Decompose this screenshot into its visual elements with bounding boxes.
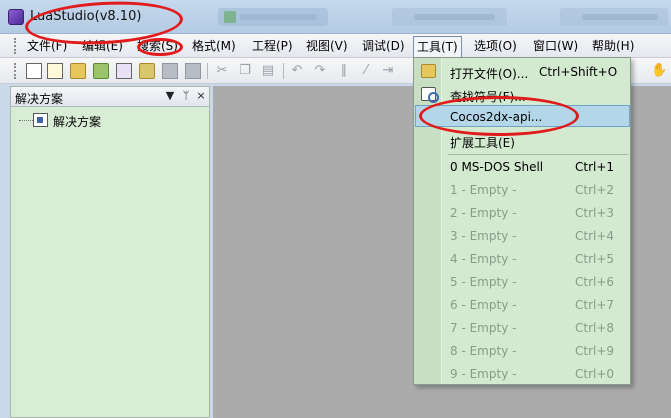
menu-item-shortcut: Ctrl+9 bbox=[575, 344, 615, 358]
menu-tools[interactable]: 工具(T) bbox=[413, 36, 462, 58]
menu-item-shortcut: Ctrl+0 bbox=[575, 367, 615, 381]
save-icon[interactable] bbox=[162, 63, 178, 79]
new-file-icon[interactable] bbox=[26, 63, 42, 79]
hand-icon[interactable]: ✋ bbox=[651, 63, 667, 79]
open-folder-icon[interactable] bbox=[70, 63, 86, 79]
paste-icon[interactable]: ▤ bbox=[260, 63, 276, 79]
new-project-icon[interactable] bbox=[47, 63, 63, 79]
toolbar-separator bbox=[283, 63, 284, 79]
toolbar-grip[interactable] bbox=[14, 63, 17, 79]
menu-item-shortcut: Ctrl+1 bbox=[575, 160, 615, 174]
menu-format[interactable]: 格式(M) bbox=[192, 37, 236, 55]
redo-icon[interactable]: ↷ bbox=[312, 63, 328, 79]
menu-options[interactable]: 选项(O) bbox=[474, 37, 517, 55]
menu-debug[interactable]: 调试(D) bbox=[362, 37, 405, 55]
menu-view[interactable]: 视图(V) bbox=[306, 37, 348, 55]
menu-item-tool-5[interactable]: 5 - Empty - Ctrl+6 bbox=[415, 270, 630, 293]
menu-item-tool-7[interactable]: 7 - Empty - Ctrl+8 bbox=[415, 316, 630, 339]
menu-item-cocos2dx-api[interactable]: Cocos2dx-api... bbox=[415, 105, 630, 127]
menu-item-label: 5 - Empty - bbox=[450, 275, 517, 289]
cut-icon[interactable]: ✂ bbox=[214, 63, 230, 79]
toolbar-separator bbox=[207, 63, 208, 79]
background-window-tab[interactable] bbox=[392, 8, 507, 26]
menu-project[interactable]: 工程(P) bbox=[252, 37, 293, 55]
menu-item-tool-8[interactable]: 8 - Empty - Ctrl+9 bbox=[415, 339, 630, 362]
tree-item-label: 解决方案 bbox=[53, 115, 102, 129]
tree-icon[interactable] bbox=[139, 63, 155, 79]
menu-item-label: 6 - Empty - bbox=[450, 298, 517, 312]
menu-item-find-symbol[interactable]: 查找符号(F)... bbox=[415, 83, 630, 106]
menu-file[interactable]: 文件(F) bbox=[27, 37, 67, 55]
menu-item-label: 查找符号(F)... bbox=[450, 90, 526, 104]
menu-item-tool-9[interactable]: 9 - Empty - Ctrl+0 bbox=[415, 362, 630, 385]
app-title: LuaStudio(v8.10) bbox=[30, 9, 142, 24]
save-all-icon[interactable] bbox=[185, 63, 201, 79]
menu-item-label: 7 - Empty - bbox=[450, 321, 517, 335]
panel-header: 解决方案 ▼ ᛘ × bbox=[11, 87, 209, 107]
copy-icon[interactable]: ❐ bbox=[237, 63, 253, 79]
indent-icon[interactable]: ⇥ bbox=[380, 63, 396, 79]
menu-item-shortcut: Ctrl+3 bbox=[575, 206, 615, 220]
title-bar: LuaStudio(v8.10) bbox=[0, 0, 671, 34]
menu-item-tool-1[interactable]: 1 - Empty - Ctrl+2 bbox=[415, 178, 630, 201]
menu-item-extension-tools[interactable]: 扩展工具(E) bbox=[415, 129, 630, 152]
menu-item-tool-2[interactable]: 2 - Empty - Ctrl+3 bbox=[415, 201, 630, 224]
menu-item-tool-0[interactable]: 0 MS-DOS Shell Ctrl+1 bbox=[415, 155, 630, 178]
menu-item-shortcut: Ctrl+Shift+O bbox=[539, 65, 618, 79]
uncomment-icon[interactable]: ⁄ bbox=[358, 63, 374, 79]
menu-window[interactable]: 窗口(W) bbox=[533, 37, 578, 55]
menu-item-label: 9 - Empty - bbox=[450, 367, 517, 381]
menu-item-tool-4[interactable]: 4 - Empty - Ctrl+5 bbox=[415, 247, 630, 270]
undo-icon[interactable]: ↶ bbox=[289, 63, 305, 79]
menu-item-label: 8 - Empty - bbox=[450, 344, 517, 358]
menu-item-shortcut: Ctrl+5 bbox=[575, 252, 615, 266]
menubar-grip[interactable] bbox=[14, 38, 17, 54]
menu-item-shortcut: Ctrl+7 bbox=[575, 298, 615, 312]
menu-item-label: 扩展工具(E) bbox=[450, 136, 515, 150]
menu-item-tool-6[interactable]: 6 - Empty - Ctrl+7 bbox=[415, 293, 630, 316]
menu-edit[interactable]: 编辑(E) bbox=[82, 37, 123, 55]
menu-item-shortcut: Ctrl+8 bbox=[575, 321, 615, 335]
menu-item-label: 4 - Empty - bbox=[450, 252, 517, 266]
solution-panel: 解决方案 ▼ ᛘ × 解决方案 bbox=[10, 86, 210, 418]
menu-item-label: Cocos2dx-api... bbox=[450, 110, 543, 124]
menu-item-shortcut: Ctrl+4 bbox=[575, 229, 615, 243]
solution-icon bbox=[33, 113, 48, 127]
pin-icon[interactable]: ᛘ bbox=[179, 89, 193, 103]
menu-bar: 文件(F) 编辑(E) 搜索(S) 格式(M) 工程(P) 视图(V) 调试(D… bbox=[0, 34, 671, 58]
menu-item-label: 1 - Empty - bbox=[450, 183, 517, 197]
menu-item-label: 3 - Empty - bbox=[450, 229, 517, 243]
menu-item-label: 打开文件(O)... bbox=[450, 67, 529, 81]
chevron-down-icon[interactable]: ▼ bbox=[163, 89, 177, 103]
panel-title: 解决方案 bbox=[15, 92, 64, 106]
menu-search[interactable]: 搜索(S) bbox=[137, 37, 178, 55]
background-window-tab[interactable] bbox=[218, 8, 328, 26]
menu-item-open-file[interactable]: 打开文件(O)... Ctrl+Shift+O bbox=[415, 60, 630, 83]
menu-item-label: 0 MS-DOS Shell bbox=[450, 160, 544, 174]
tools-dropdown-menu: 打开文件(O)... Ctrl+Shift+O 查找符号(F)... Cocos… bbox=[413, 57, 631, 385]
open-file-icon bbox=[421, 64, 436, 78]
close-icon[interactable]: × bbox=[194, 89, 208, 103]
background-window-tab[interactable] bbox=[560, 8, 668, 26]
luastudio-app-icon bbox=[8, 9, 24, 25]
open-project-icon[interactable] bbox=[93, 63, 109, 79]
tree-connector bbox=[19, 120, 33, 121]
properties-icon[interactable] bbox=[116, 63, 132, 79]
menu-help[interactable]: 帮助(H) bbox=[592, 37, 634, 55]
comment-icon[interactable]: ∥ bbox=[336, 63, 352, 79]
menu-item-shortcut: Ctrl+2 bbox=[575, 183, 615, 197]
menu-item-label: 2 - Empty - bbox=[450, 206, 517, 220]
menu-item-tool-3[interactable]: 3 - Empty - Ctrl+4 bbox=[415, 224, 630, 247]
menu-item-shortcut: Ctrl+6 bbox=[575, 275, 615, 289]
find-symbol-icon bbox=[421, 87, 439, 103]
